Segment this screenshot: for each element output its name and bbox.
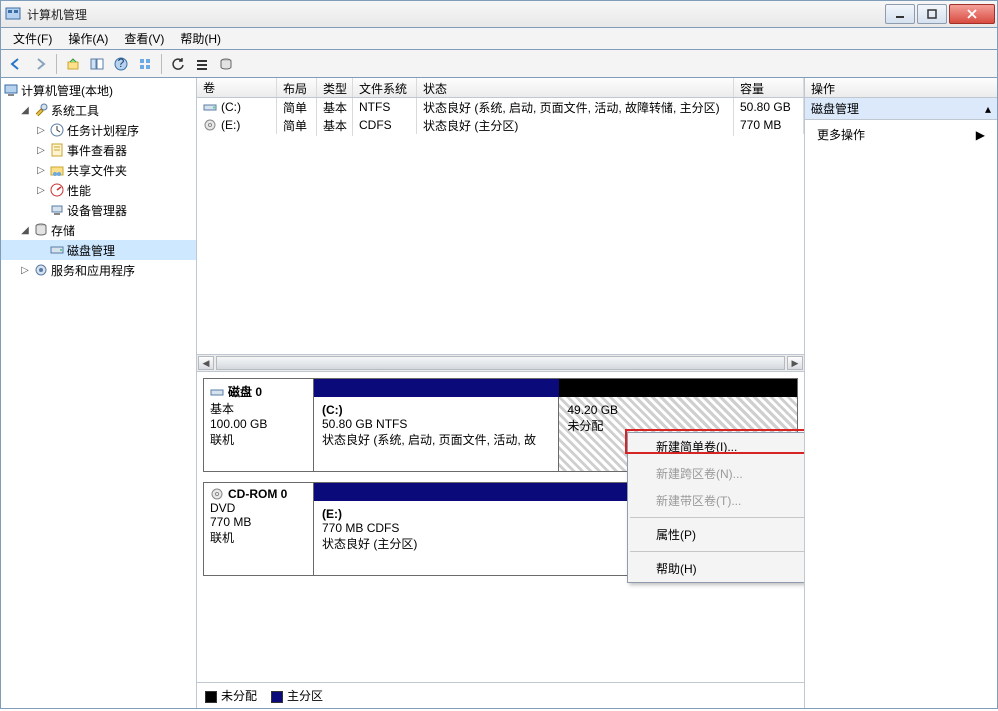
menu-help[interactable]: 帮助(H) — [172, 28, 229, 49]
tree-root[interactable]: 计算机管理(本地) — [1, 80, 196, 100]
maximize-button[interactable] — [917, 4, 947, 24]
expander-icon[interactable]: ▷ — [19, 264, 31, 276]
tree-disk-management[interactable]: ▷ 磁盘管理 — [1, 240, 196, 260]
chevron-right-icon: ▶ — [976, 128, 985, 142]
h-scrollbar[interactable]: ◀ ▶ — [197, 354, 804, 372]
ctx-new-striped-volume: 新建带区卷(T)... — [628, 487, 804, 514]
settings-button[interactable] — [191, 53, 213, 75]
expander-icon[interactable]: ▷ — [35, 124, 47, 136]
tree-services[interactable]: ▷ 服务和应用程序 — [1, 260, 196, 280]
disk-button[interactable] — [215, 53, 237, 75]
col-type[interactable]: 类型 — [317, 78, 353, 97]
menu-action[interactable]: 操作(A) — [60, 28, 116, 49]
menu-bar: 文件(F) 操作(A) 查看(V) 帮助(H) — [0, 28, 998, 50]
tree-device-manager[interactable]: ▷ 设备管理器 — [1, 200, 196, 220]
actions-section[interactable]: 磁盘管理 ▴ — [805, 98, 997, 120]
volume-row[interactable]: (C:) 简单 基本 NTFS 状态良好 (系统, 启动, 页面文件, 活动, … — [197, 98, 804, 116]
minimize-button[interactable] — [885, 4, 915, 24]
tree-system-tools[interactable]: ◢ 系统工具 — [1, 100, 196, 120]
tree-event-viewer[interactable]: ▷ 事件查看器 — [1, 140, 196, 160]
partition-bar — [314, 379, 559, 397]
tree-performance[interactable]: ▷ 性能 — [1, 180, 196, 200]
services-icon — [33, 262, 49, 278]
storage-icon — [33, 222, 49, 238]
show-hide-tree-button[interactable] — [86, 53, 108, 75]
window-title: 计算机管理 — [27, 6, 883, 23]
ctx-new-spanned-volume: 新建跨区卷(N)... — [628, 460, 804, 487]
disk-icon — [210, 385, 224, 399]
disk-0-label[interactable]: 磁盘 0 基本 100.00 GB 联机 — [204, 379, 314, 471]
tree-shared-folders[interactable]: ▷ 共享文件夹 — [1, 160, 196, 180]
up-button[interactable] — [62, 53, 84, 75]
ctx-separator — [630, 551, 804, 552]
volume-header: 卷 布局 类型 文件系统 状态 容量 — [197, 78, 804, 98]
window-buttons — [883, 4, 995, 24]
volume-row[interactable]: (E:) 简单 基本 CDFS 状态良好 (主分区) 770 MB — [197, 116, 804, 134]
menu-view[interactable]: 查看(V) — [116, 28, 172, 49]
col-layout[interactable]: 布局 — [277, 78, 317, 97]
partition-bar — [559, 379, 797, 397]
expander-icon[interactable]: ◢ — [19, 104, 31, 116]
col-fs[interactable]: 文件系统 — [353, 78, 417, 97]
drive-icon — [203, 100, 217, 114]
expander-icon[interactable]: ◢ — [19, 224, 31, 236]
device-icon — [49, 202, 65, 218]
toolbar: ? — [0, 50, 998, 78]
col-volume[interactable]: 卷 — [197, 78, 277, 97]
more-actions-item[interactable]: 更多操作 ▶ — [805, 120, 997, 149]
ctx-properties[interactable]: 属性(P) — [628, 521, 804, 548]
toolbar-separator-2 — [161, 54, 162, 74]
actions-pane: 操作 磁盘管理 ▴ 更多操作 ▶ — [805, 78, 997, 708]
app-icon — [5, 6, 21, 22]
expander-icon[interactable]: ▷ — [35, 144, 47, 156]
legend: 未分配 主分区 — [197, 682, 804, 708]
disk-layout-area: 磁盘 0 基本 100.00 GB 联机 (C:) 50.80 GB NTFS … — [197, 372, 804, 682]
tree-pane[interactable]: 计算机管理(本地) ◢ 系统工具 ▷ 任务计划程序 ▷ 事件查看器 ▷ 共享文件… — [1, 78, 197, 708]
col-capacity[interactable]: 容量 — [734, 78, 804, 97]
toolbar-separator — [56, 54, 57, 74]
ctx-help[interactable]: 帮助(H) — [628, 555, 804, 582]
legend-unallocated: 未分配 — [205, 687, 257, 704]
ctx-separator — [630, 517, 804, 518]
forward-button[interactable] — [29, 53, 51, 75]
back-button[interactable] — [5, 53, 27, 75]
expander-icon[interactable]: ▷ — [35, 184, 47, 196]
refresh-button[interactable] — [167, 53, 189, 75]
clock-icon — [49, 122, 65, 138]
computer-icon — [3, 82, 19, 98]
context-menu: 新建简单卷(I)... 新建跨区卷(N)... 新建带区卷(T)... 属性(P… — [627, 432, 804, 583]
expander-icon[interactable]: ▷ — [35, 164, 47, 176]
tree-task-scheduler[interactable]: ▷ 任务计划程序 — [1, 120, 196, 140]
actions-header: 操作 — [805, 78, 997, 98]
center-pane: 卷 布局 类型 文件系统 状态 容量 (C:) 简单 基本 NTFS 状态良好 … — [197, 78, 805, 708]
tools-icon — [33, 102, 49, 118]
help-button[interactable]: ? — [110, 53, 132, 75]
cd-icon — [203, 118, 217, 132]
folder-shared-icon — [49, 162, 65, 178]
disk-icon — [49, 242, 65, 258]
col-status[interactable]: 状态 — [417, 78, 734, 97]
collapse-icon[interactable]: ▴ — [985, 102, 991, 116]
scroll-thumb[interactable] — [216, 356, 785, 370]
partition-c[interactable]: (C:) 50.80 GB NTFS 状态良好 (系统, 启动, 页面文件, 活… — [314, 379, 559, 471]
event-icon — [49, 142, 65, 158]
title-bar: 计算机管理 — [0, 0, 998, 28]
menu-file[interactable]: 文件(F) — [5, 28, 60, 49]
legend-primary: 主分区 — [271, 687, 323, 704]
scroll-right-icon[interactable]: ▶ — [787, 356, 803, 370]
main-area: 计算机管理(本地) ◢ 系统工具 ▷ 任务计划程序 ▷ 事件查看器 ▷ 共享文件… — [0, 78, 998, 709]
cd-icon — [210, 487, 224, 501]
svg-text:?: ? — [118, 57, 125, 70]
close-button[interactable] — [949, 4, 995, 24]
views-button[interactable] — [134, 53, 156, 75]
cdrom-0-label[interactable]: CD-ROM 0 DVD 770 MB 联机 — [204, 483, 314, 575]
ctx-new-simple-volume[interactable]: 新建简单卷(I)... — [628, 433, 804, 460]
scroll-left-icon[interactable]: ◀ — [198, 356, 214, 370]
volume-list[interactable]: (C:) 简单 基本 NTFS 状态良好 (系统, 启动, 页面文件, 活动, … — [197, 98, 804, 354]
tree-storage[interactable]: ◢ 存储 — [1, 220, 196, 240]
performance-icon — [49, 182, 65, 198]
